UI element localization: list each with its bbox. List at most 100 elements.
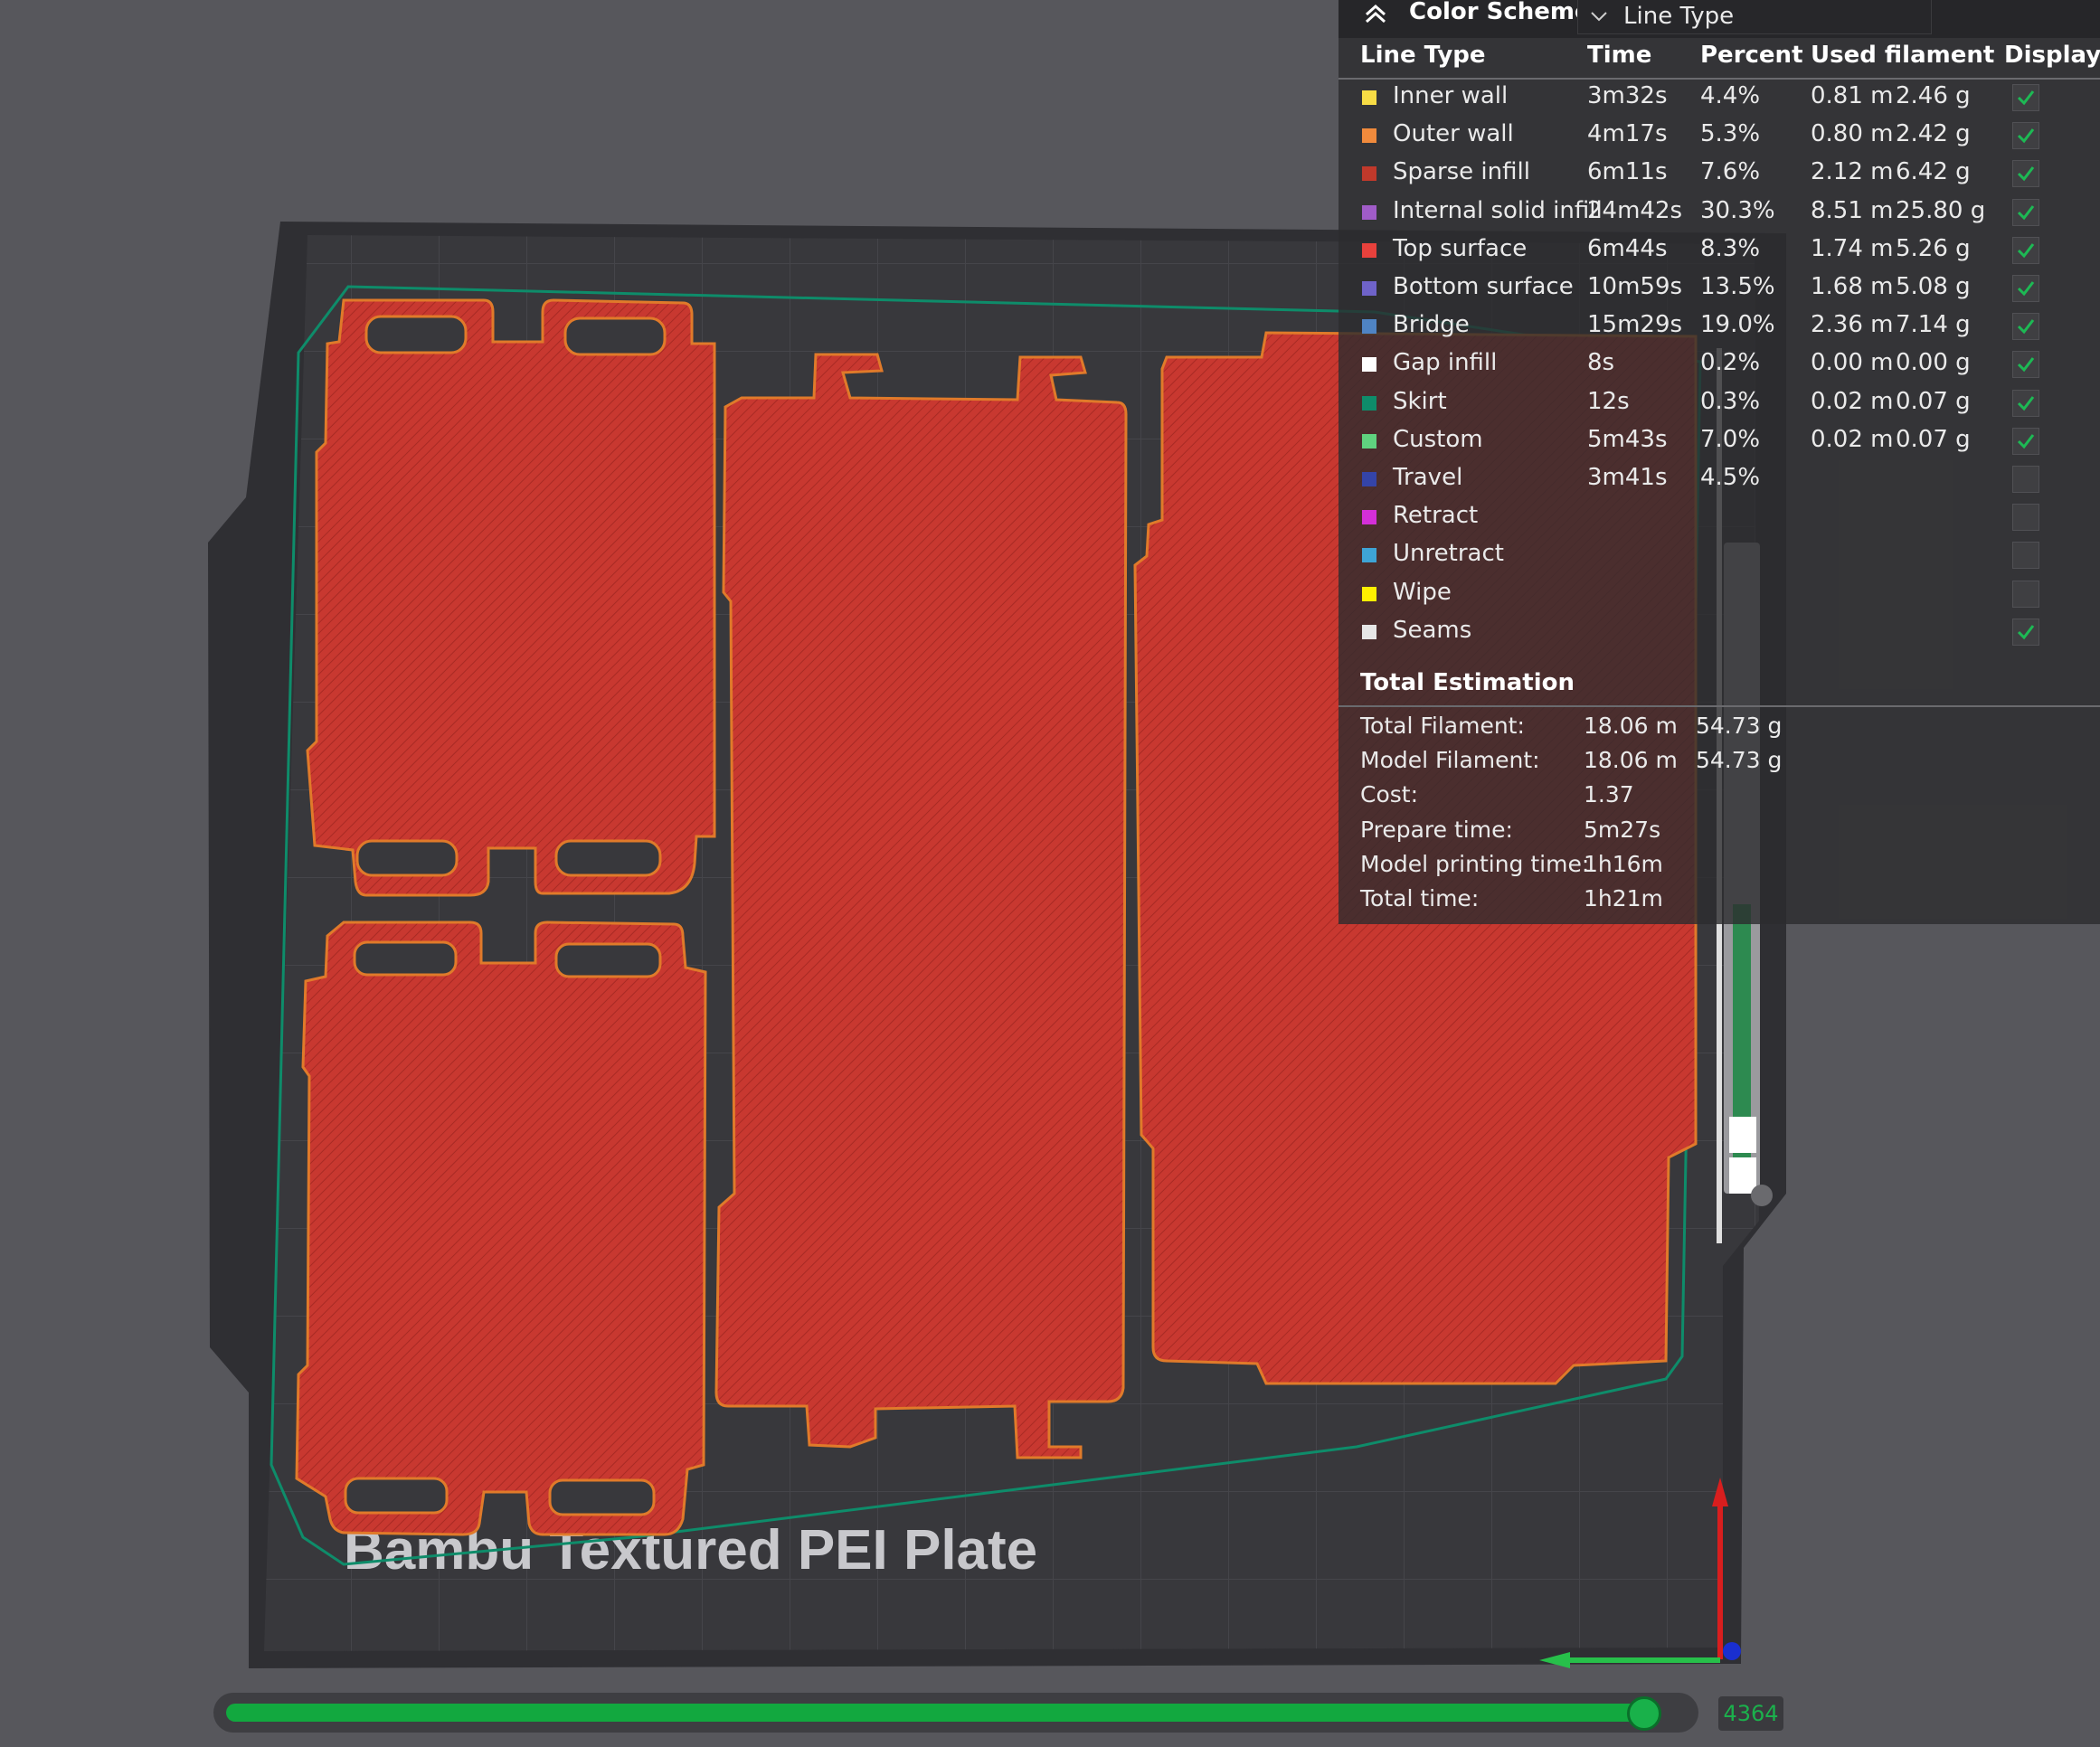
display-checkbox[interactable]: [2012, 466, 2039, 493]
header-time: Time: [1587, 42, 1652, 69]
color-swatch-icon: [1362, 510, 1376, 525]
total-row: Prepare time: 5m27s: [1339, 817, 2100, 851]
line-type-percent: 13.5%: [1700, 273, 1775, 300]
display-checkbox[interactable]: [2012, 122, 2039, 150]
line-type-time: 15m29s: [1587, 311, 1683, 339]
display-checkbox[interactable]: [2012, 542, 2039, 570]
total-label: Prepare time:: [1360, 816, 1513, 843]
line-type-name: Seams: [1393, 616, 1472, 644]
display-checkbox[interactable]: [2012, 198, 2039, 226]
total-estimation-title: Total Estimation: [1360, 669, 1575, 696]
part-top-left[interactable]: [306, 298, 716, 897]
display-checkbox[interactable]: [2012, 275, 2039, 302]
line-type-percent: 0.2%: [1700, 349, 1761, 377]
header-percent: Percent: [1700, 42, 1803, 69]
line-type-weight: 0.07 g: [1896, 425, 1971, 453]
line-type-percent: 4.5%: [1700, 464, 1761, 491]
total-row: Total Filament: 18.06 m 54.73 g: [1339, 713, 2100, 747]
color-swatch-icon: [1362, 90, 1376, 105]
line-type-length: 8.51 m: [1811, 196, 1894, 224]
total-value: 5m27s: [1584, 816, 1661, 843]
color-scheme-title: Color Scheme: [1409, 0, 1591, 25]
color-scheme-dropdown[interactable]: Line Type: [1577, 0, 1932, 34]
line-type-name: Sparse infill: [1393, 158, 1530, 186]
line-type-row: Outer wall 4m17s 5.3% 0.80 m 2.42 g: [1339, 118, 2100, 156]
total-label: Cost:: [1360, 781, 1419, 808]
total-value: 1h16m: [1584, 850, 1663, 877]
collapse-icon[interactable]: [1362, 2, 1389, 25]
display-checkbox[interactable]: [2012, 389, 2039, 417]
display-checkbox[interactable]: [2012, 351, 2039, 379]
line-type-percent: 19.0%: [1700, 311, 1775, 339]
display-checkbox[interactable]: [2012, 160, 2039, 188]
legend-panel: Color Scheme Line Type Line Type Time Pe…: [1339, 0, 2100, 924]
line-type-row: Internal solid infill 24m42s 30.3% 8.51 m 25…: [1339, 194, 2100, 232]
line-type-name: Bridge: [1393, 311, 1470, 339]
color-swatch-icon: [1362, 624, 1376, 639]
color-swatch-icon: [1362, 586, 1376, 601]
layer-slider-thumb[interactable]: [1627, 1696, 1662, 1731]
display-checkbox[interactable]: [2012, 618, 2039, 646]
color-swatch-icon: [1362, 281, 1376, 296]
line-type-row: Inner wall 3m32s 4.4% 0.81 m 2.46 g: [1339, 80, 2100, 118]
display-checkbox[interactable]: [2012, 84, 2039, 111]
chevron-down-icon: [1591, 12, 1607, 22]
line-type-weight: 5.26 g: [1896, 234, 1971, 262]
line-type-name: Unretract: [1393, 540, 1504, 568]
color-swatch-icon: [1362, 395, 1376, 411]
line-type-name: Top surface: [1393, 234, 1528, 262]
line-type-length: 0.80 m: [1811, 120, 1894, 148]
color-swatch-icon: [1362, 166, 1376, 182]
line-type-percent: 5.3%: [1700, 120, 1761, 148]
line-type-row: Custom 5m43s 7.0% 0.02 m 0.07 g: [1339, 423, 2100, 461]
line-type-time: 8s: [1587, 349, 1615, 377]
line-type-time: 4m17s: [1587, 120, 1668, 148]
header-line-type: Line Type: [1360, 42, 1486, 69]
color-swatch-icon: [1362, 548, 1376, 563]
line-type-percent: 4.4%: [1700, 82, 1761, 109]
color-swatch-icon: [1362, 242, 1376, 258]
part-bottom-left[interactable]: [295, 921, 707, 1536]
display-checkbox[interactable]: [2012, 504, 2039, 532]
display-checkbox[interactable]: [2012, 313, 2039, 341]
display-checkbox[interactable]: [2012, 427, 2039, 455]
line-type-percent: 7.6%: [1700, 158, 1761, 186]
line-type-time: 24m42s: [1587, 196, 1683, 224]
part-middle[interactable]: [714, 353, 1128, 1459]
display-checkbox[interactable]: [2012, 580, 2039, 608]
total-value: 18.06 m: [1584, 713, 1678, 739]
line-type-name: Bottom surface: [1393, 273, 1574, 300]
line-type-percent: 0.3%: [1700, 387, 1761, 415]
line-type-name: Retract: [1393, 502, 1479, 530]
line-type-time: 12s: [1587, 387, 1630, 415]
line-type-name: Wipe: [1393, 578, 1452, 606]
line-type-weight: 5.08 g: [1896, 273, 1971, 300]
line-type-row: Travel 3m41s 4.5%: [1339, 461, 2100, 499]
total-label: Total time:: [1360, 885, 1480, 911]
line-type-time: 10m59s: [1587, 273, 1683, 300]
line-type-weight: 7.14 g: [1896, 311, 1971, 339]
line-type-weight: 2.42 g: [1896, 120, 1971, 148]
line-type-row: Bottom surface 10m59s 13.5% 1.68 m 5.08 g: [1339, 270, 2100, 308]
line-type-length: 0.81 m: [1811, 82, 1894, 109]
line-type-time: 5m43s: [1587, 425, 1668, 453]
line-type-row: Retract: [1339, 499, 2100, 537]
total-divider: [1339, 705, 2100, 707]
line-type-name: Custom: [1393, 425, 1483, 453]
color-swatch-icon: [1362, 319, 1376, 335]
color-scheme-value: Line Type: [1623, 3, 1735, 30]
layer-slider[interactable]: [213, 1693, 1698, 1733]
total-row: Model printing time: 1h16m: [1339, 851, 2100, 885]
color-swatch-icon: [1362, 472, 1376, 486]
total-label: Model printing time:: [1360, 850, 1590, 877]
line-type-time: 6m11s: [1587, 158, 1668, 186]
display-checkbox[interactable]: [2012, 236, 2039, 264]
total-row: Model Filament: 18.06 m 54.73 g: [1339, 747, 2100, 781]
line-type-weight: 0.07 g: [1896, 387, 1971, 415]
line-type-row: Bridge 15m29s 19.0% 2.36 m 7.14 g: [1339, 308, 2100, 346]
line-type-time: 3m32s: [1587, 82, 1668, 109]
line-type-length: 2.12 m: [1811, 158, 1894, 186]
line-type-name: Gap infill: [1393, 349, 1498, 377]
layer-value[interactable]: 4364: [1718, 1696, 1783, 1731]
header-display: Display: [2004, 42, 2100, 69]
